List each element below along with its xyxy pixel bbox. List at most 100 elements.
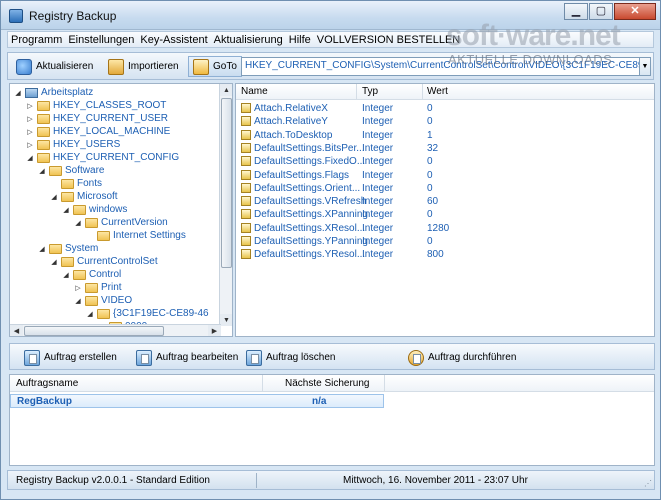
value-row[interactable]: DefaultSettings.YPanning Integer 0 [236,236,654,249]
scroll-left-icon[interactable]: ◀ [10,325,23,336]
tree-node[interactable]: Internet Settings [86,229,186,242]
collapse-icon[interactable]: ◢ [74,219,82,227]
maximize-icon[interactable]: ▢ [589,3,613,20]
expand-icon[interactable]: ▷ [26,102,34,110]
tree-node[interactable]: ▷ HKEY_USERS [26,138,120,151]
menu-programm[interactable]: Programm [8,34,65,46]
value-row[interactable]: Attach.ToDesktop Integer 1 [236,129,654,143]
column-value[interactable]: Wert [427,86,448,97]
value-row[interactable]: DefaultSettings.YResol... Integer 800 [236,249,654,262]
job-row[interactable]: RegBackup n/a [10,394,384,408]
collapse-icon[interactable]: ◢ [50,193,58,201]
values-header: Name Typ Wert [236,84,654,100]
import-button[interactable]: Importieren [104,56,183,77]
value-row[interactable]: DefaultSettings.XResol... Integer 1280 [236,222,654,236]
value-data: 800 [427,249,444,261]
value-name: DefaultSettings.Flags [254,169,350,181]
tree-node-label: {3C1F19EC-CE89-46 [113,308,209,319]
tree-node[interactable]: ▷ HKEY_LOCAL_MACHINE [26,125,170,138]
tree-node-label: Microsoft [77,191,118,202]
expand-icon[interactable]: ▷ [26,128,34,136]
scroll-up-icon[interactable]: ▲ [220,84,232,96]
value-row[interactable]: DefaultSettings.BitsPer... Integer 32 [236,142,654,156]
menu-key-assistent[interactable]: Key-Assistent [137,34,210,46]
tree-hscroll-thumb[interactable] [24,326,164,336]
menu-aktualisierung[interactable]: Aktualisierung [211,34,286,46]
tree-horizontal-scrollbar[interactable]: ◀ ▶ [10,324,221,336]
value-row[interactable]: DefaultSettings.Orient... Integer 0 [236,182,654,196]
tree-node[interactable]: ◢ Arbeitsplatz [14,86,93,99]
column-next-backup[interactable]: Nächste Sicherung [285,378,370,389]
tree-node[interactable]: ◢ CurrentVersion [74,216,167,229]
expand-icon[interactable]: ▷ [74,284,82,292]
delete-task-icon [246,349,262,366]
menu-hilfe[interactable]: Hilfe [286,34,314,46]
tree-node[interactable]: ▷ Print [74,281,121,294]
tree-node[interactable]: ◢ VIDEO [74,294,132,307]
value-name: Attach.RelativeY [254,116,328,128]
tree-node[interactable]: Fonts [50,177,102,190]
value-data: 32 [427,142,439,154]
tree-node-label: System [65,243,99,254]
expand-icon[interactable]: ▷ [26,141,34,149]
tree-node[interactable]: ◢ Control [62,268,121,281]
edit-task-button[interactable]: Auftrag bearbeiten [136,348,238,367]
column-type[interactable]: Typ [362,86,378,97]
registry-value-icon [241,129,251,140]
column-divider[interactable] [262,375,263,391]
scroll-right-icon[interactable]: ▶ [208,325,221,336]
value-row[interactable]: DefaultSettings.XPanning Integer 0 [236,209,654,222]
refresh-button[interactable]: Aktualisieren [12,56,97,77]
folder-icon [73,204,86,215]
collapse-icon[interactable]: ◢ [86,310,94,318]
value-data: 0 [427,116,433,128]
run-task-button[interactable]: Auftrag durchführen [408,348,516,367]
value-row[interactable]: DefaultSettings.FixedO... Integer 0 [236,156,654,169]
collapse-icon[interactable]: ◢ [38,167,46,175]
column-divider[interactable] [422,84,423,100]
minimize-icon[interactable]: ▁ [564,3,588,20]
close-icon[interactable]: ✕ [614,3,656,20]
tree-node[interactable]: ◢ {3C1F19EC-CE89-46 [86,307,209,320]
tree-vertical-scrollbar[interactable]: ▲ ▼ [219,84,232,326]
value-row[interactable]: Attach.RelativeY Integer 0 [236,116,654,129]
column-divider[interactable] [356,84,357,100]
tree-vscroll-thumb[interactable] [221,98,232,268]
folder-icon [37,126,50,137]
tree-node[interactable]: ▷ HKEY_CURRENT_USER [26,112,168,125]
goto-button[interactable]: GoTo [188,56,242,77]
create-task-button[interactable]: Auftrag erstellen [24,348,117,367]
goto-label: GoTo [213,61,237,72]
tree-node-label: Internet Settings [113,230,186,241]
collapse-icon[interactable]: ◢ [14,89,22,97]
tree-node[interactable]: ◢ Microsoft [50,190,118,203]
expand-icon[interactable]: ▷ [26,115,34,123]
menu-einstellungen[interactable]: Einstellungen [65,34,137,46]
column-divider[interactable] [384,375,385,391]
value-data: 0 [427,103,433,114]
tree-node[interactable]: ◢ HKEY_CURRENT_CONFIG [26,151,179,164]
value-row[interactable]: DefaultSettings.Flags Integer 0 [236,169,654,183]
delete-task-button[interactable]: Auftrag löschen [246,348,336,367]
path-dropdown-icon[interactable]: ▼ [639,57,651,76]
collapse-icon[interactable]: ◢ [38,245,46,253]
column-name[interactable]: Name [241,86,268,97]
resize-grip-icon[interactable]: ⋰ [644,479,652,488]
value-row[interactable]: DefaultSettings.VRefresh Integer 60 [236,196,654,209]
menu-vollversion[interactable]: VOLLVERSION BESTELLEN [314,34,463,46]
tree-node[interactable]: ◢ windows [62,203,127,216]
scroll-down-icon[interactable]: ▼ [220,314,232,326]
folder-icon [85,295,98,306]
collapse-icon[interactable]: ◢ [74,297,82,305]
collapse-icon[interactable]: ◢ [50,258,58,266]
tree-node[interactable]: ◢ Software [38,164,104,177]
collapse-icon[interactable]: ◢ [26,154,34,162]
column-job-name[interactable]: Auftragsname [16,378,78,389]
collapse-icon[interactable]: ◢ [62,206,70,214]
tree-node[interactable]: ▷ HKEY_CLASSES_ROOT [26,99,166,112]
collapse-icon[interactable]: ◢ [62,271,70,279]
tree-node[interactable]: ◢ System [38,242,98,255]
value-row[interactable]: Attach.RelativeX Integer 0 [236,103,654,116]
folder-icon [97,308,110,319]
tree-node[interactable]: ◢ CurrentControlSet [50,255,157,268]
